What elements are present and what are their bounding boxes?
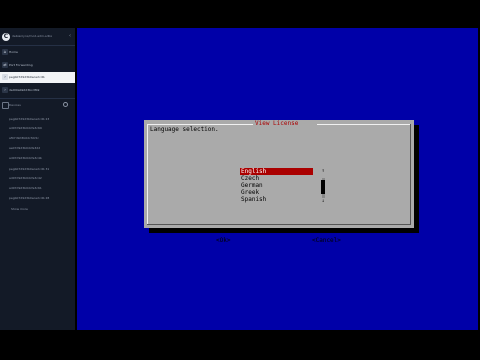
sidebar-header: C debianlynx/mod-adm-sdbx ‹ xyxy=(0,32,75,44)
language-option-selected[interactable]: English xyxy=(240,168,313,175)
nav-item-label: Home xyxy=(9,50,18,54)
language-option[interactable]: Spanish xyxy=(240,196,313,203)
show-more-link[interactable]: Show more xyxy=(11,207,28,211)
device-item[interactable]: ae07d9d3b0dcfe3dd xyxy=(9,146,40,150)
cancel-button[interactable]: <Cancel> xyxy=(312,237,341,244)
terminal-view[interactable]: View License Language selection. English… xyxy=(77,28,478,330)
dialog-border xyxy=(147,224,411,225)
app-title: debianlynx/mod-adm-sdbx xyxy=(12,34,53,38)
device-item[interactable]: ad07d9d3b0dcfe3c4b xyxy=(9,156,42,160)
sidebar: C debianlynx/mod-adm-sdbx ‹ ⌂ Home ⇄ Por… xyxy=(0,28,75,330)
nav-item-session[interactable]: › de4t0ab9dd3bcdfb9 xyxy=(0,85,75,96)
device-item[interactable]: af07d9d3b0dcfcb5c xyxy=(9,136,39,140)
nav-item-label: pegb07d9d3b0ece2cdb xyxy=(9,75,45,79)
device-item[interactable]: ad07d9d3b0dcfe3c69 xyxy=(9,126,42,130)
nav-item-port-forwarding[interactable]: ⇄ Port Forwarding xyxy=(0,60,75,71)
device-item[interactable]: pegb07d9d3b0ece2cdb 31 xyxy=(9,167,49,171)
divider xyxy=(0,98,75,99)
home-icon: ⌂ xyxy=(2,49,8,55)
license-dialog: View License Language selection. English… xyxy=(144,120,414,244)
dialog-prompt: Language selection. xyxy=(150,126,219,133)
dialog-border xyxy=(147,124,148,225)
collapse-sidebar-icon[interactable]: ‹ xyxy=(69,33,71,39)
dialog-border xyxy=(147,124,253,125)
language-option[interactable]: Greek xyxy=(240,189,313,196)
scroll-thumb[interactable] xyxy=(321,180,325,194)
nav-item-session-active[interactable]: › pegb07d9d3b0ece2cdb xyxy=(0,72,75,83)
search-icon[interactable] xyxy=(63,102,68,107)
scroll-down-icon[interactable]: ↓ xyxy=(320,198,326,204)
nav-item-home[interactable]: ⌂ Home xyxy=(0,47,75,58)
menu-scrollbar[interactable]: ↑ ↓ xyxy=(320,168,326,206)
device-item[interactable]: pegb07d9d3b0ece2cdb 23 xyxy=(9,117,49,121)
devices-header: Devices xyxy=(0,100,75,111)
dialog-border xyxy=(410,124,411,225)
divider xyxy=(0,45,75,46)
app-logo-icon: C xyxy=(2,33,10,41)
device-item[interactable]: ad07d9d3b0dcfe3c42 xyxy=(9,176,42,180)
terminal-icon: › xyxy=(2,74,8,80)
ok-button[interactable]: <Ok> xyxy=(216,237,230,244)
devices-icon xyxy=(2,102,9,109)
device-item[interactable]: ad07d9d3b0dcfe3c61 xyxy=(9,186,42,190)
devices-label: Devices xyxy=(9,103,21,107)
dialog-border xyxy=(317,124,411,125)
nav-item-label: de4t0ab9dd3bcdfb9 xyxy=(9,88,40,92)
language-option[interactable]: German xyxy=(240,182,313,189)
nav-item-label: Port Forwarding xyxy=(9,63,33,67)
device-item[interactable]: pegb07d9d3b0ece2cdb 28 xyxy=(9,196,49,200)
language-option[interactable]: Czech xyxy=(240,175,313,182)
port-forwarding-icon: ⇄ xyxy=(2,62,8,68)
dialog-title: View License xyxy=(254,120,300,128)
terminal-icon: › xyxy=(2,87,8,93)
scroll-up-icon[interactable]: ↑ xyxy=(320,168,326,174)
